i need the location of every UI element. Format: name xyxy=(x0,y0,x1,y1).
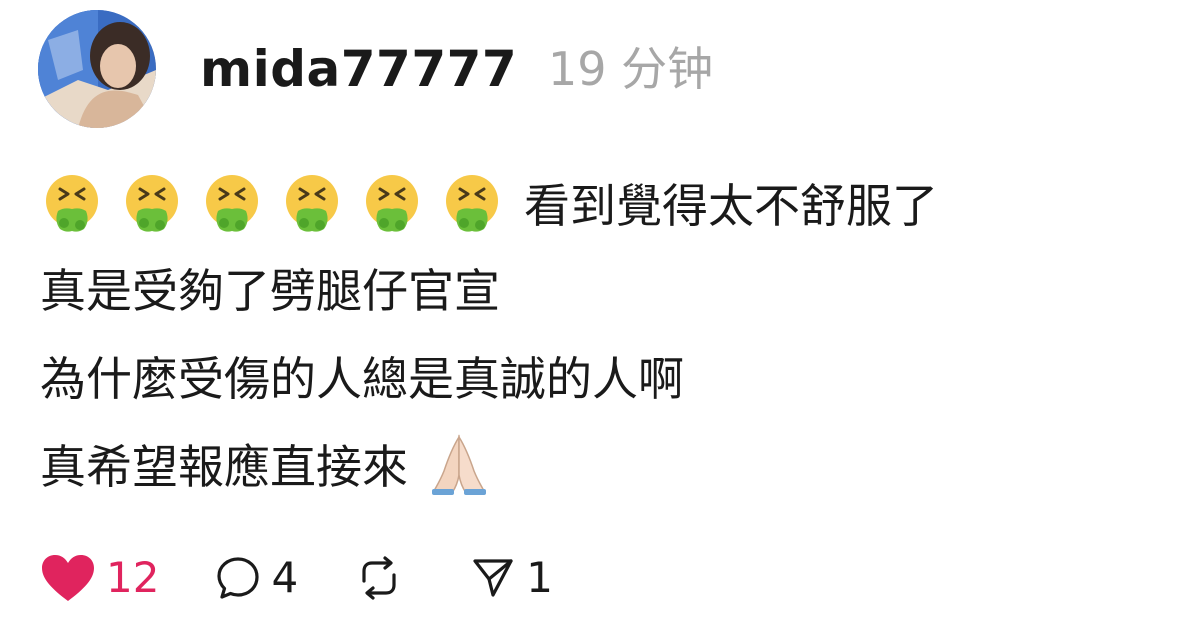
post-line-3: 為什麼受傷的人總是真誠的人啊 xyxy=(40,332,1180,420)
post-line-1: 看到覺得太不舒服了 xyxy=(40,162,1180,244)
send-icon xyxy=(473,559,513,597)
vomiting-face-emoji xyxy=(46,175,98,232)
like-button[interactable]: 12 xyxy=(40,548,159,608)
repost-button[interactable] xyxy=(354,555,414,601)
post-line-4: 真希望報應直接來 xyxy=(40,420,1180,508)
post-actions: 12 4 1 xyxy=(40,548,609,608)
vomiting-face-emoji xyxy=(446,175,498,232)
post-line-text: 真希望報應直接來 xyxy=(40,440,408,494)
comment-button[interactable]: 4 xyxy=(215,548,298,608)
folded-hands-emoji xyxy=(432,434,486,495)
share-count: 1 xyxy=(526,553,553,602)
comment-icon xyxy=(217,557,260,599)
username[interactable]: mida77777 xyxy=(200,36,517,102)
comment-count: 4 xyxy=(271,553,299,602)
post-line-text: 看到覺得太不舒服了 xyxy=(524,179,938,233)
post-timestamp: 19 分钟 xyxy=(548,42,714,96)
profile-photo xyxy=(38,10,156,128)
heart-icon xyxy=(42,555,94,601)
share-button[interactable]: 1 xyxy=(470,548,553,608)
vomiting-face-emoji xyxy=(366,175,418,232)
repost-icon xyxy=(362,556,396,600)
vomiting-face-emoji xyxy=(126,175,178,232)
post-line-text: 為什麼受傷的人總是真誠的人啊 xyxy=(40,352,684,406)
post-line-text: 真是受夠了劈腿仔官宣 xyxy=(40,264,500,318)
vomiting-face-emoji xyxy=(286,175,338,232)
post-text: 看到覺得太不舒服了 真是受夠了劈腿仔官宣 為什麼受傷的人總是真誠的人啊 真希望報… xyxy=(40,162,1180,508)
like-count: 12 xyxy=(106,553,160,602)
vomiting-face-emoji xyxy=(206,175,258,232)
emoji-group xyxy=(40,171,504,235)
avatar[interactable] xyxy=(38,10,156,128)
post-line-2: 真是受夠了劈腿仔官宣 xyxy=(40,244,1180,332)
